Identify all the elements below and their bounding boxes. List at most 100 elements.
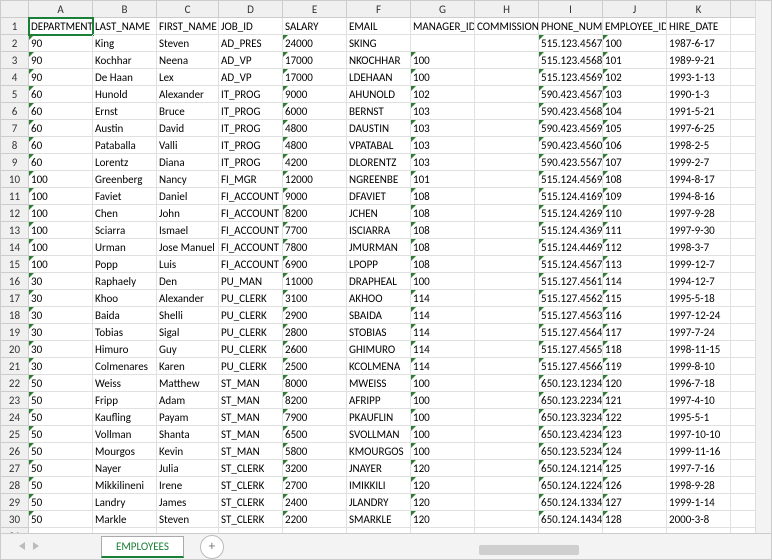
cell[interactable]: 50 — [29, 443, 93, 460]
cell[interactable]: HIRE_DATE — [667, 18, 731, 35]
cell[interactable]: 60 — [29, 137, 93, 154]
cell[interactable]: SBAIDA — [347, 307, 411, 324]
cell[interactable]: 114 — [411, 341, 475, 358]
column-header[interactable]: I — [539, 1, 603, 18]
cell[interactable] — [475, 69, 539, 86]
cell[interactable]: Nancy — [157, 171, 219, 188]
cell[interactable]: 1998-11-15 — [667, 341, 731, 358]
cell[interactable]: IT_PROG — [219, 86, 283, 103]
cell[interactable] — [475, 443, 539, 460]
cell[interactable]: Karen — [157, 358, 219, 375]
cell[interactable]: Fripp — [93, 392, 157, 409]
column-header[interactable]: E — [283, 1, 347, 18]
cell[interactable]: STOBIAS — [347, 324, 411, 341]
row-header[interactable]: 16 — [1, 273, 29, 290]
cell[interactable]: Urman — [93, 239, 157, 256]
cell[interactable]: 123 — [603, 426, 667, 443]
cell[interactable]: 2000-3-8 — [667, 511, 731, 528]
cell[interactable] — [475, 222, 539, 239]
cell[interactable]: JOB_ID — [219, 18, 283, 35]
cell[interactable]: Diana — [157, 154, 219, 171]
cell[interactable]: 515.127.4563 — [539, 307, 603, 324]
cell[interactable]: 120 — [603, 375, 667, 392]
cell[interactable] — [475, 188, 539, 205]
cell[interactable]: 1998-3-7 — [667, 239, 731, 256]
cell[interactable]: 114 — [411, 307, 475, 324]
cell[interactable]: SALARY — [283, 18, 347, 35]
cell[interactable]: JCHEN — [347, 205, 411, 222]
row-header[interactable]: 22 — [1, 375, 29, 392]
cell[interactable]: Matthew — [157, 375, 219, 392]
cell[interactable] — [475, 477, 539, 494]
cell[interactable]: Weiss — [93, 375, 157, 392]
cell[interactable]: 120 — [411, 477, 475, 494]
row-header[interactable]: 17 — [1, 290, 29, 307]
cell[interactable]: PKAUFLIN — [347, 409, 411, 426]
cell[interactable]: 6000 — [283, 103, 347, 120]
row-header[interactable]: 19 — [1, 324, 29, 341]
cell[interactable] — [475, 375, 539, 392]
cell[interactable]: 60 — [29, 103, 93, 120]
cell[interactable]: Kochhar — [93, 52, 157, 69]
cell[interactable] — [475, 120, 539, 137]
cell[interactable]: 515.124.4369 — [539, 222, 603, 239]
cell[interactable]: DFAVIET — [347, 188, 411, 205]
cell[interactable]: 1997-9-28 — [667, 205, 731, 222]
cell[interactable]: 5800 — [283, 443, 347, 460]
cell[interactable]: 2700 — [283, 477, 347, 494]
cell[interactable]: Landry — [93, 494, 157, 511]
cell[interactable] — [475, 460, 539, 477]
cell[interactable]: 1997-7-16 — [667, 460, 731, 477]
cell[interactable]: 30 — [29, 307, 93, 324]
cell[interactable]: Daniel — [157, 188, 219, 205]
cell[interactable]: 100 — [29, 239, 93, 256]
cell[interactable]: 1997-6-25 — [667, 120, 731, 137]
cell[interactable] — [475, 256, 539, 273]
cell[interactable]: Jose Manuel — [157, 239, 219, 256]
cell[interactable]: IMIKKILI — [347, 477, 411, 494]
cell[interactable]: Lex — [157, 69, 219, 86]
cell[interactable]: 50 — [29, 477, 93, 494]
cell[interactable] — [475, 511, 539, 528]
cell[interactable] — [475, 409, 539, 426]
cell[interactable]: AD_VP — [219, 69, 283, 86]
cell[interactable]: 127 — [603, 494, 667, 511]
cell[interactable]: ST_MAN — [219, 426, 283, 443]
cell[interactable] — [475, 137, 539, 154]
cell[interactable]: 50 — [29, 460, 93, 477]
cell[interactable]: 101 — [603, 52, 667, 69]
column-header[interactable]: F — [347, 1, 411, 18]
cell[interactable]: PU_MAN — [219, 273, 283, 290]
cell[interactable]: Sciarra — [93, 222, 157, 239]
cell[interactable]: Tobias — [93, 324, 157, 341]
cell[interactable]: LPOPP — [347, 256, 411, 273]
cell[interactable]: GHIMURO — [347, 341, 411, 358]
cell[interactable]: EMAIL — [347, 18, 411, 35]
cell[interactable]: 9000 — [283, 188, 347, 205]
cell[interactable]: 9000 — [283, 86, 347, 103]
cell[interactable]: 100 — [411, 375, 475, 392]
cell[interactable] — [475, 171, 539, 188]
row-header[interactable]: 12 — [1, 205, 29, 222]
cell[interactable]: 515.127.4564 — [539, 324, 603, 341]
cell[interactable]: 104 — [603, 103, 667, 120]
cell[interactable]: Pataballa — [93, 137, 157, 154]
cell[interactable]: 119 — [603, 358, 667, 375]
cell[interactable]: 108 — [411, 222, 475, 239]
cell[interactable]: 650.124.1334 — [539, 494, 603, 511]
cell[interactable]: 1998-9-28 — [667, 477, 731, 494]
cell[interactable]: IT_PROG — [219, 103, 283, 120]
cell[interactable]: Den — [157, 273, 219, 290]
cell[interactable]: 120 — [411, 511, 475, 528]
cell[interactable]: Shelli — [157, 307, 219, 324]
cell[interactable]: Alexander — [157, 86, 219, 103]
cell[interactable]: 515.124.4569 — [539, 171, 603, 188]
cell[interactable]: 114 — [603, 273, 667, 290]
cell[interactable]: KMOURGOS — [347, 443, 411, 460]
cell[interactable]: 100 — [29, 205, 93, 222]
cell[interactable]: 1997-10-10 — [667, 426, 731, 443]
cell[interactable]: 1994-8-17 — [667, 171, 731, 188]
row-header[interactable]: 11 — [1, 188, 29, 205]
add-sheet-button[interactable]: + — [200, 535, 224, 559]
cell[interactable]: 24000 — [283, 35, 347, 52]
